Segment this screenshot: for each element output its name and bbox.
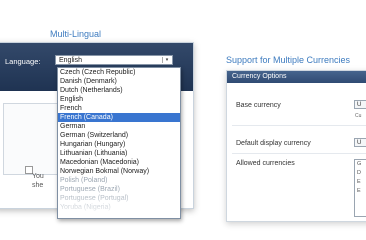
divider: [232, 153, 366, 154]
language-option[interactable]: Portuguese (Portugal): [58, 194, 180, 203]
allowed-currencies-list[interactable]: G D E E: [354, 159, 366, 217]
currency-list-item[interactable]: G: [355, 160, 366, 169]
description-line-2: she: [32, 182, 44, 189]
currencies-heading: Support for Multiple Currencies: [226, 55, 351, 65]
currency-list-item[interactable]: E: [355, 178, 366, 187]
language-option[interactable]: Dutch (Netherlands): [58, 86, 180, 95]
allowed-currencies-label: Allowed currencies: [236, 160, 295, 167]
language-select[interactable]: English ▾: [55, 55, 173, 65]
language-option[interactable]: Norwegian Bokmal (Norway): [58, 167, 180, 176]
language-option[interactable]: Danish (Denmark): [58, 77, 180, 86]
default-currency-select[interactable]: U: [354, 138, 366, 147]
chevron-down-icon[interactable]: ▾: [162, 57, 171, 63]
language-option[interactable]: Portuguese (Brazil): [58, 185, 180, 194]
description-line-1: You: [32, 173, 44, 180]
language-option[interactable]: Czech (Czech Republic): [58, 68, 180, 77]
base-currency-select[interactable]: U: [354, 100, 366, 109]
currency-list-item[interactable]: D: [355, 169, 366, 178]
language-option[interactable]: Yoruba (Nigeria): [58, 203, 180, 212]
language-option[interactable]: Lithuanian (Lithuania): [58, 149, 180, 158]
language-option[interactable]: German (Switzerland): [58, 131, 180, 140]
language-option[interactable]: French: [58, 104, 180, 113]
language-option[interactable]: Hungarian (Hungary): [58, 140, 180, 149]
content-panel: [3, 103, 65, 175]
divider: [232, 125, 366, 126]
language-option[interactable]: Polish (Poland): [58, 176, 180, 185]
language-label: Language:: [5, 57, 41, 66]
language-option[interactable]: English: [58, 95, 180, 104]
language-option[interactable]: French (Canada): [58, 113, 180, 122]
language-dropdown-list[interactable]: Czech (Czech Republic) Danish (Denmark) Du…: [57, 67, 181, 219]
language-select-value: English: [59, 57, 82, 64]
base-currency-note: Cu: [355, 113, 362, 119]
currency-options-card: Currency Options Base currency U Cu Defa…: [226, 70, 366, 222]
currency-list-item[interactable]: E: [355, 187, 366, 196]
description-text: You she: [32, 172, 44, 190]
multilingual-heading: Multi-Lingual: [50, 29, 102, 39]
currency-options-header: Currency Options: [227, 71, 366, 83]
language-option[interactable]: Macedonian (Macedonia): [58, 158, 180, 167]
language-option[interactable]: German: [58, 122, 180, 131]
default-currency-label: Default display currency: [236, 140, 311, 147]
base-currency-label: Base currency: [236, 102, 281, 109]
